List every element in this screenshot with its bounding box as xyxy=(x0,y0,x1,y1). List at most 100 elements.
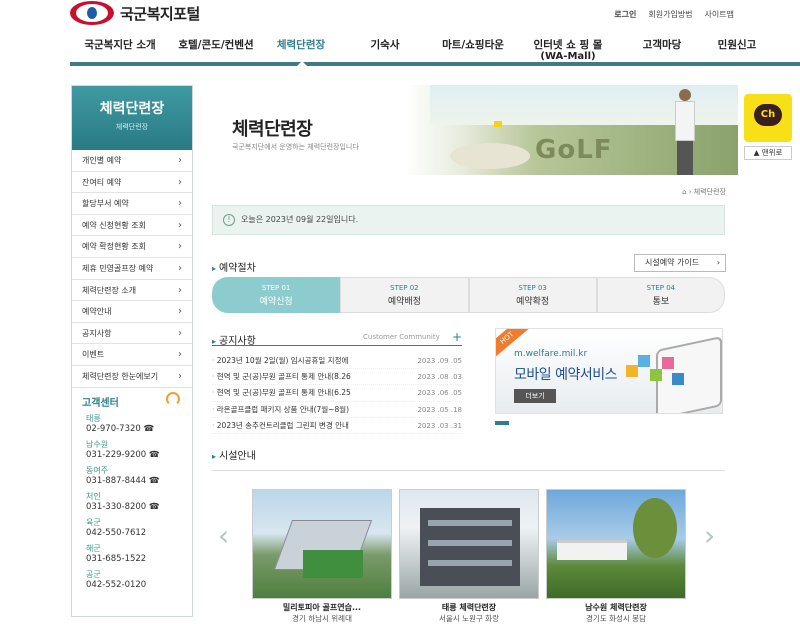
gnb-item-dormitory[interactable]: 기숙사 xyxy=(340,36,430,62)
facility-address: 서울시 노원구 화랑 xyxy=(439,614,499,623)
facility-address: 경기도 화성시 봉담 xyxy=(586,614,646,623)
notice-row[interactable]: 2023년 10월 2일(월) 임시공휴일 지정에2023 .09 .05 xyxy=(212,353,462,370)
customer-community-link[interactable]: Customer Community xyxy=(363,333,440,341)
utility-nav: 로그인 회원가입방법 사이트맵 xyxy=(614,9,734,20)
gnb-item-customer[interactable]: 고객마당 xyxy=(620,36,704,62)
notice-row[interactable]: 현역 및 군(공)무원 골프티 통제 안내(8.262023 .08 .03 xyxy=(212,369,462,386)
side-nav-item[interactable]: 예약안내 › xyxy=(72,301,192,323)
notice-row[interactable]: 라온골프클럽 패키지 상품 안내(7월~8월)2023 .05 .18 xyxy=(212,402,462,418)
facility-section-title: 시설안내 xyxy=(212,447,256,462)
chevron-right-icon: › xyxy=(178,219,182,231)
contact-entry: 해군 031-685-1522 xyxy=(86,543,147,564)
gnb-item-complaint[interactable]: 민원신고 xyxy=(704,36,770,62)
plus-icon[interactable]: + xyxy=(452,330,462,344)
facility-address: 경기 하남시 위례대 xyxy=(292,614,352,623)
chevron-right-icon: › xyxy=(178,262,182,274)
login-link[interactable]: 로그인 xyxy=(614,9,636,20)
chevron-right-icon: › xyxy=(178,349,182,361)
side-nav-item[interactable]: 할당부서 예약 › xyxy=(72,193,192,215)
active-indicator xyxy=(297,61,307,66)
facility-photo xyxy=(252,489,392,599)
emblem-icon xyxy=(70,1,114,25)
cubes-graphic xyxy=(626,353,686,389)
step-item: STEP 02 예약배정 xyxy=(340,277,469,313)
facility-card[interactable]: 밀리토피아 골프연습... 경기 하남시 위례대 xyxy=(252,489,392,624)
site-logo[interactable]: 국군복지포털 xyxy=(70,0,200,26)
chevron-right-icon: › xyxy=(178,155,182,166)
customer-center-title: 고객센터 xyxy=(72,388,192,413)
step-item: STEP 03 예약확정 xyxy=(468,277,597,313)
kakao-channel-icon: Ch xyxy=(754,104,782,126)
back-to-top-button[interactable]: ▲ 맨위로 xyxy=(744,146,792,160)
more-button[interactable]: 더보기 xyxy=(514,389,556,403)
site-name: 국군복지포털 xyxy=(120,4,200,23)
gnb-item-golf[interactable]: 체력단련장 xyxy=(262,36,340,62)
chevron-right-icon: › xyxy=(178,176,182,188)
side-nav-item[interactable]: 체력단련장 한눈에보기 › xyxy=(72,366,192,388)
contact-entry: 동여주 031-887-8444 ☎ xyxy=(86,465,160,486)
chevron-right-icon: › xyxy=(178,327,182,339)
side-nav-item[interactable]: 체력단련장 소개 › xyxy=(72,280,192,302)
main-content: GoLF 체력단련장 국군복지단에서 운영하는 체력단련장입니다 ⌂ › 체력단… xyxy=(200,85,738,623)
today-notice: ! 오늘은 2023년 09월 22일입니다. xyxy=(212,205,725,235)
chevron-right-icon: › xyxy=(178,284,182,296)
chevron-right-icon: › xyxy=(178,241,182,253)
kakao-channel-button[interactable]: Ch xyxy=(744,94,792,142)
side-nav-item[interactable]: 이벤트 › xyxy=(72,344,192,366)
info-icon: ! xyxy=(223,214,235,226)
global-nav: 국군복지단 소개 호텔/콘도/컨벤션 체력단련장 기숙사 마트/쇼핑타운 인터넷… xyxy=(70,36,800,66)
chevron-right-icon: › xyxy=(178,370,182,382)
contact-entry: 처인 031-330-8200 ☎ xyxy=(86,491,160,512)
facility-carousel: ‹ 밀리토피아 골프연습... 경기 하남시 위례대 태릉 체력단련장 서울시 … xyxy=(212,470,725,623)
facility-guide-button[interactable]: 시설예약 가이드 xyxy=(634,254,726,272)
page-banner: GoLF 체력단련장 국군복지단에서 운영하는 체력단련장입니다 xyxy=(200,85,738,175)
gnb-item-hotel[interactable]: 호텔/콘도/컨벤션 xyxy=(170,36,262,62)
facility-photo xyxy=(399,489,539,599)
mobile-reservation-banner[interactable]: HOT m.welfare.mil.kr 모바일 예약서비스 더보기 xyxy=(495,328,723,414)
bunker-image xyxy=(450,143,530,169)
contact-entry: 공군 042-552-0120 xyxy=(86,569,147,590)
gnb-item-intro[interactable]: 국군복지단 소개 xyxy=(70,36,170,62)
chevron-right-icon[interactable]: › xyxy=(704,519,715,552)
facility-name: 밀리토피아 골프연습... xyxy=(282,603,362,612)
facility-name: 남수원 체력단련장 xyxy=(585,603,647,612)
side-nav-item[interactable]: 예약 확정현황 조회 › xyxy=(72,236,192,258)
contact-entry: 육군 042-550-7612 xyxy=(86,517,147,538)
facility-name: 태릉 체력단련장 xyxy=(441,603,497,612)
side-nav-title: 체력단련장 xyxy=(99,101,165,117)
gnb-item-mart[interactable]: 마트/쇼핑타운 xyxy=(430,36,516,62)
side-nav-header: 체력단련장 체력단련장 xyxy=(72,86,192,150)
contact-entry: 태릉 02-970-7320 ☎ xyxy=(86,413,155,434)
flag-icon xyxy=(494,121,502,127)
chevron-left-icon[interactable]: ‹ xyxy=(218,519,229,552)
notice-list: 2023년 10월 2일(월) 임시공휴일 지정에2023 .09 .05 현역… xyxy=(212,353,462,434)
notice-row[interactable]: 현역 및 군(공)무원 골프티 통제 안내(6.252023 .06 .05 xyxy=(212,385,462,402)
divider xyxy=(212,345,462,346)
notice-row[interactable]: 2023년 송추컨트리클럽 그린피 변경 안내2023 .03 .31 xyxy=(212,418,462,434)
reservation-steps: STEP 01 예약신청 STEP 02 예약배정 STEP 03 예약확정 STEP… xyxy=(212,277,725,313)
facility-photo xyxy=(546,489,686,599)
side-nav: 체력단련장 체력단련장 개인별 예약 › 잔여티 예약 › 할당부서 예약 › 예약 … xyxy=(71,85,193,617)
mobile-url: m.welfare.mil.kr xyxy=(514,349,588,359)
side-nav-item[interactable]: 예약 신청현황 조회 › xyxy=(72,215,192,237)
page-description: 국군복지단에서 운영하는 체력단련장입니다 xyxy=(232,143,359,151)
side-nav-item[interactable]: 개인별 예약 › xyxy=(72,150,192,172)
reservation-section-title: 예약절차 xyxy=(212,259,256,274)
gnb-item-wamall[interactable]: 인터넷 쇼 핑 몰 (WA-Mall) xyxy=(516,36,620,62)
headset-icon xyxy=(166,391,180,406)
home-icon[interactable]: ⌂ xyxy=(682,188,686,196)
side-nav-item[interactable]: 제휴 민영골프장 예약 › xyxy=(72,258,192,280)
step-item: STEP 01 예약신청 xyxy=(212,277,341,313)
side-nav-subtitle: 체력단련장 xyxy=(115,123,149,131)
contact-entry: 남수원 031-229-9200 ☎ xyxy=(86,439,160,460)
carousel-pager[interactable] xyxy=(495,421,509,425)
facility-card[interactable]: 태릉 체력단련장 서울시 노원구 화랑 xyxy=(399,489,539,624)
sitemap-link[interactable]: 사이트맵 xyxy=(705,9,734,20)
signup-guide-link[interactable]: 회원가입방법 xyxy=(648,9,692,20)
chevron-right-icon: › xyxy=(178,198,182,210)
facility-card[interactable]: 남수원 체력단련장 경기도 화성시 봉담 xyxy=(546,489,686,624)
breadcrumb: ⌂ › 체력단련장 xyxy=(682,188,726,196)
side-nav-item[interactable]: 공지사항 › xyxy=(72,323,192,345)
side-nav-item[interactable]: 잔여티 예약 › xyxy=(72,172,192,194)
golf-hedge-text: GoLF xyxy=(535,135,613,165)
